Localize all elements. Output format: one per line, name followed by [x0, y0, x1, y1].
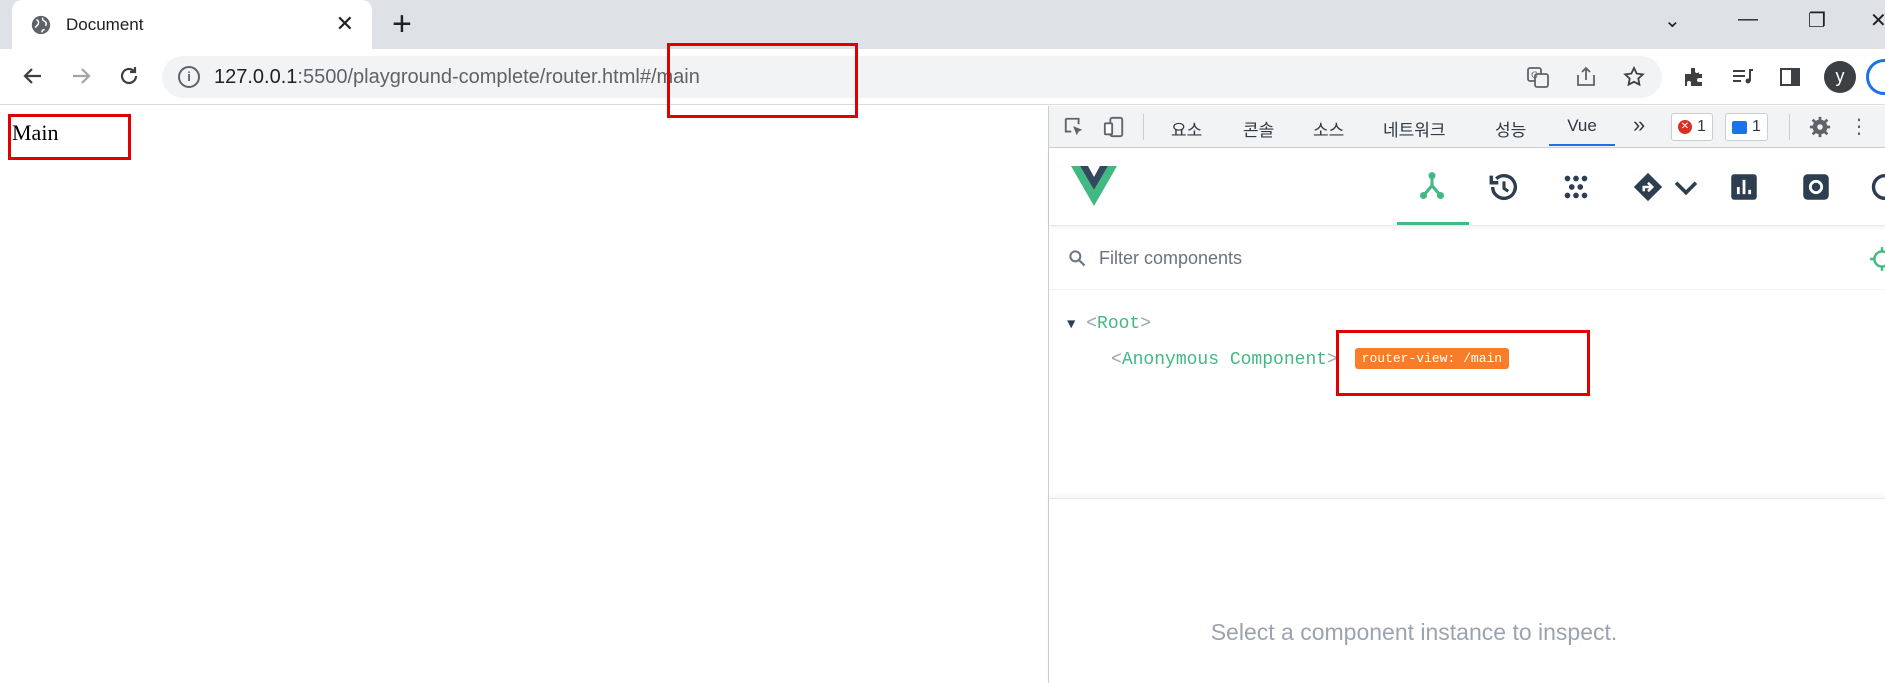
error-icon: ✕ — [1678, 120, 1692, 134]
vue-settings-icon[interactable] — [1799, 170, 1833, 204]
filter-row — [1049, 226, 1885, 290]
search-circle-icon[interactable] — [1865, 170, 1885, 204]
share-icon[interactable] — [1574, 65, 1598, 89]
components-icon[interactable] — [1415, 170, 1449, 204]
search-icon — [1069, 250, 1086, 267]
tab-performance[interactable]: 성능 — [1495, 116, 1526, 141]
minimize-button[interactable]: — — [1738, 8, 1758, 31]
info-icon[interactable]: i — [178, 66, 200, 88]
star-icon[interactable] — [1622, 65, 1646, 89]
tree-node-root[interactable]: ▼ <Root> — [1067, 314, 1151, 334]
new-tab-button[interactable]: + — [392, 6, 412, 42]
pinia-icon[interactable] — [1559, 170, 1593, 204]
annotation-box-router-view — [1336, 330, 1590, 396]
timeline-icon[interactable] — [1487, 170, 1521, 204]
window-close-button[interactable]: ✕ — [1870, 8, 1885, 33]
tab-sources[interactable]: 소스 — [1313, 116, 1344, 141]
address-bar[interactable]: i 127.0.0.1:5500/playground-complete/rou… — [162, 56, 1662, 98]
url-text[interactable]: 127.0.0.1:5500/playground-complete/route… — [214, 66, 700, 89]
side-panel-icon[interactable] — [1778, 65, 1802, 89]
reload-button[interactable] — [114, 61, 144, 91]
divider — [1789, 114, 1790, 140]
forward-arrow-icon — [73, 68, 91, 84]
account-ring[interactable] — [1866, 59, 1885, 95]
tab-console[interactable]: 콘솔 — [1243, 116, 1274, 141]
vue-devtools-header — [1049, 148, 1885, 226]
message-icon — [1732, 120, 1747, 134]
back-button[interactable] — [18, 61, 48, 91]
globe-icon — [31, 15, 51, 34]
expand-triangle-icon[interactable]: ▼ — [1067, 317, 1075, 333]
profile-avatar[interactable]: y — [1824, 61, 1856, 93]
browser-tab[interactable]: Document ✕ — [12, 0, 372, 49]
tab-close-icon[interactable]: ✕ — [336, 12, 354, 36]
title-bar: Document ✕ + ⌄ — ❐ ✕ — [0, 0, 1885, 49]
tab-search-icon[interactable]: ⌄ — [1664, 8, 1681, 33]
svg-text:G: G — [1531, 71, 1538, 81]
crosshair-icon[interactable] — [1869, 246, 1885, 272]
device-toggle-icon[interactable] — [1103, 116, 1125, 138]
tab-title: Document — [66, 14, 144, 34]
settings-icon[interactable] — [1809, 116, 1831, 138]
inspect-placeholder-text: Select a component instance to inspect. — [1210, 619, 1618, 645]
extensions-icon[interactable] — [1682, 65, 1706, 89]
divider — [1143, 114, 1144, 140]
tab-network[interactable]: 네트워크 — [1383, 116, 1446, 141]
page-content: Main — [0, 106, 1048, 683]
router-icon[interactable] — [1631, 170, 1665, 204]
tab-vue[interactable]: Vue — [1549, 116, 1615, 146]
active-tab-indicator — [1397, 222, 1469, 225]
reload-icon — [120, 67, 138, 85]
annotation-box-url-hash — [667, 43, 858, 118]
chevron-down-icon[interactable] — [1669, 170, 1703, 204]
performance-icon[interactable] — [1727, 170, 1761, 204]
media-icon[interactable] — [1730, 65, 1754, 89]
inspector-pane: Select a component instance to inspect. — [1049, 498, 1885, 683]
more-tabs-button[interactable]: » — [1633, 112, 1645, 138]
back-arrow-icon — [23, 68, 41, 84]
tab-elements[interactable]: 요소 — [1171, 116, 1202, 141]
restore-button[interactable]: ❐ — [1808, 8, 1826, 33]
inspect-icon[interactable] — [1063, 116, 1085, 138]
filter-components-input[interactable] — [1099, 244, 1799, 272]
vue-logo — [1071, 166, 1117, 206]
kebab-menu-icon[interactable]: ⋮ — [1849, 114, 1869, 139]
annotation-box-main — [8, 114, 131, 160]
message-count-badge[interactable]: 1 — [1725, 113, 1768, 141]
devtools-tabbar: 요소 콘솔 소스 네트워크 성능 Vue » ✕ 1 1 ⋮ — [1049, 106, 1885, 148]
translate-icon[interactable]: G — [1526, 65, 1550, 89]
browser-toolbar: i 127.0.0.1:5500/playground-complete/rou… — [0, 49, 1885, 105]
forward-button[interactable] — [66, 61, 96, 91]
error-count-badge[interactable]: ✕ 1 — [1671, 113, 1713, 141]
